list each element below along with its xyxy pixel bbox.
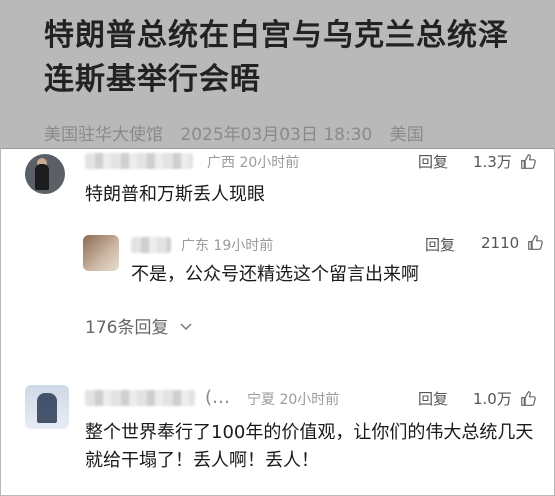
username-blurred[interactable] bbox=[85, 153, 193, 169]
article-region: 美国 bbox=[389, 125, 424, 145]
chevron-down-icon bbox=[180, 323, 192, 331]
avatar-figure-shape bbox=[35, 164, 49, 190]
username-partial[interactable]: (… bbox=[205, 387, 230, 408]
avatar[interactable] bbox=[25, 385, 69, 429]
avatar-figure-shape bbox=[37, 393, 57, 423]
article-header: 特朗普总统在白宫与乌克兰总统泽连斯基举行会晤 美国驻华大使馆 2025年03月0… bbox=[0, 0, 555, 148]
username-blurred[interactable] bbox=[85, 390, 195, 406]
like-count: 1.3万 bbox=[473, 153, 512, 171]
reply-button[interactable]: 回复 bbox=[418, 151, 448, 172]
article-meta: 美国驻华大使馆 2025年03月03日 18:30 美国 bbox=[44, 120, 424, 145]
reply-text: 不是，公众号还精选这个留言出来啊 bbox=[131, 264, 419, 285]
avatar[interactable] bbox=[25, 154, 65, 194]
comment-location-time: 广西 20小时前 bbox=[207, 155, 300, 171]
username-blurred[interactable] bbox=[131, 237, 171, 253]
article-title[interactable]: 特朗普总统在白宫与乌克兰总统泽连斯基举行会晤 bbox=[44, 14, 534, 102]
thumbs-up-icon bbox=[528, 235, 543, 250]
like-count: 2110 bbox=[481, 234, 520, 252]
article-datetime: 2025年03月03日 18:30 bbox=[180, 125, 373, 145]
thumbs-up-icon bbox=[520, 391, 536, 406]
comment-text: 整个世界奉行了100年的价值观，让你们的伟大总统几天就给干塌了！丢人啊！丢人！ bbox=[85, 422, 534, 471]
like-count: 1.0万 bbox=[473, 390, 512, 408]
reply-button[interactable]: 回复 bbox=[418, 388, 448, 409]
comment-text: 特朗普和万斯丢人现眼 bbox=[85, 184, 265, 205]
avatar[interactable] bbox=[83, 235, 119, 271]
like-button[interactable]: 2110 bbox=[481, 234, 544, 252]
comments-panel: 广西 20小时前 回复 1.3万 特朗普和万斯丢人现眼 广东 19小时前 回复 … bbox=[0, 148, 555, 496]
more-replies-button[interactable]: 176条回复 bbox=[85, 313, 192, 338]
thumbs-up-icon bbox=[520, 154, 536, 169]
article-source[interactable]: 美国驻华大使馆 bbox=[44, 125, 163, 145]
like-button[interactable]: 1.0万 bbox=[473, 388, 537, 409]
more-replies-label: 176条回复 bbox=[85, 318, 169, 338]
comment-location-time: 宁夏 20小时前 bbox=[247, 392, 340, 408]
reply-location-time: 广东 19小时前 bbox=[181, 238, 274, 254]
like-button[interactable]: 1.3万 bbox=[473, 151, 537, 172]
reply-button[interactable]: 回复 bbox=[425, 234, 455, 255]
